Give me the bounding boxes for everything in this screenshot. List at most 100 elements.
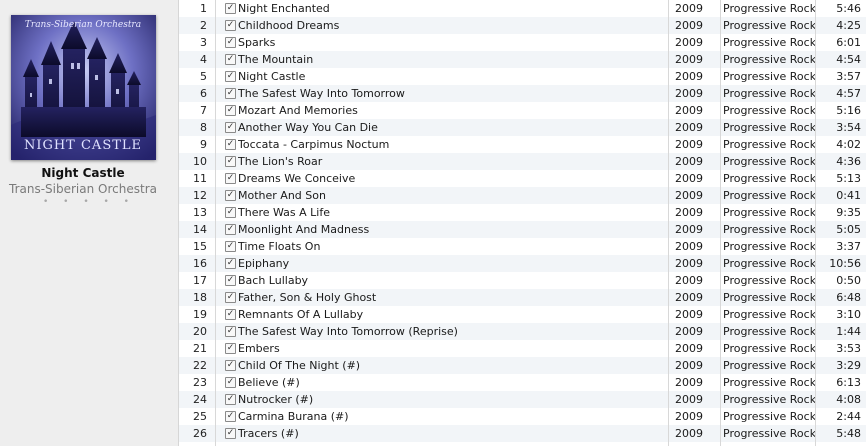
track-checkbox[interactable]: ✓ xyxy=(225,37,236,48)
track-row[interactable]: 18 ✓ Father, Son & Holy Ghost 2009 Progressi… xyxy=(179,289,866,306)
track-row[interactable]: 14 ✓ Moonlight And Madness 2009 Progressive … xyxy=(179,221,866,238)
track-time: 3:29 xyxy=(836,359,861,372)
track-time: 1:44 xyxy=(836,325,861,338)
track-row[interactable]: 9 ✓ Toccata - Carpimus Noctum 2009 Progressi… xyxy=(179,136,866,153)
track-row[interactable]: 15 ✓ Time Floats On 2009 Progressive Rock 3:3… xyxy=(179,238,866,255)
track-checkbox[interactable]: ✓ xyxy=(225,428,236,439)
track-checkbox[interactable]: ✓ xyxy=(225,377,236,388)
track-year: 2009 xyxy=(675,53,703,66)
track-checkbox[interactable]: ✓ xyxy=(225,20,236,31)
track-row[interactable]: 16 ✓ Epiphany 2009 Progressive Rock 10:56 xyxy=(179,255,866,272)
track-title: Epiphany xyxy=(238,257,290,270)
track-checkbox[interactable]: ✓ xyxy=(225,343,236,354)
track-row[interactable]: 1 ✓ Night Enchanted 2009 Progressive Rock 5:4… xyxy=(179,0,866,17)
track-row[interactable]: 21 ✓ Embers 2009 Progressive Rock 3:53 xyxy=(179,340,866,357)
track-checkbox[interactable]: ✓ xyxy=(225,224,236,235)
track-year: 2009 xyxy=(675,393,703,406)
track-number: 18 xyxy=(193,291,207,304)
track-row[interactable]: 7 ✓ Mozart And Memories 2009 Progressive Roc… xyxy=(179,102,866,119)
track-row[interactable]: 11 ✓ Dreams We Conceive 2009 Progressive Roc… xyxy=(179,170,866,187)
track-number: 23 xyxy=(193,376,207,389)
track-row[interactable]: 20 ✓ The Safest Way Into Tomorrow (Reprise… xyxy=(179,323,866,340)
track-checkbox[interactable]: ✓ xyxy=(225,88,236,99)
track-number: 20 xyxy=(193,325,207,338)
track-genre: Progressive Rock xyxy=(723,138,817,151)
track-row[interactable]: 10 ✓ The Lion's Roar 2009 Progressive Rock 4:… xyxy=(179,153,866,170)
track-number: 22 xyxy=(193,359,207,372)
album-artwork[interactable]: Trans-Siberian Orchestra NIGHT CASTLE xyxy=(11,15,156,160)
track-checkbox[interactable]: ✓ xyxy=(225,394,236,405)
track-number: 2 xyxy=(200,19,207,32)
track-genre: Progressive Rock xyxy=(723,155,817,168)
track-number: 1 xyxy=(200,2,207,15)
track-number: 24 xyxy=(193,393,207,406)
track-row[interactable]: 6 ✓ The Safest Way Into Tomorrow 2009 Progre… xyxy=(179,85,866,102)
track-time: 4:57 xyxy=(836,87,861,100)
track-checkbox[interactable]: ✓ xyxy=(225,326,236,337)
track-checkbox[interactable]: ✓ xyxy=(225,3,236,14)
track-row[interactable]: 4 ✓ The Mountain 2009 Progressive Rock 4:54 xyxy=(179,51,866,68)
track-checkbox[interactable]: ✓ xyxy=(225,105,236,116)
track-title: Childhood Dreams xyxy=(238,19,340,32)
track-checkbox[interactable]: ✓ xyxy=(225,411,236,422)
track-year: 2009 xyxy=(675,36,703,49)
track-checkbox[interactable]: ✓ xyxy=(225,71,236,82)
album-title: Night Castle xyxy=(41,166,125,180)
track-time: 5:48 xyxy=(836,427,861,440)
track-checkbox[interactable]: ✓ xyxy=(225,275,236,286)
track-time: 6:01 xyxy=(836,36,861,49)
track-time: 10:56 xyxy=(829,257,861,270)
track-row[interactable]: 2 ✓ Childhood Dreams 2009 Progressive Rock 4:… xyxy=(179,17,866,34)
track-checkbox[interactable]: ✓ xyxy=(225,173,236,184)
track-row[interactable]: 5 ✓ Night Castle 2009 Progressive Rock 3:57 xyxy=(179,68,866,85)
track-number: 11 xyxy=(193,172,207,185)
track-genre: Progressive Rock xyxy=(723,427,817,440)
track-checkbox[interactable]: ✓ xyxy=(225,190,236,201)
track-genre: Progressive Rock xyxy=(723,308,817,321)
album-artist[interactable]: Trans-Siberian Orchestra xyxy=(0,182,166,196)
track-row[interactable]: 19 ✓ Remnants Of A Lullaby 2009 Progressive … xyxy=(179,306,866,323)
track-title: Mother And Son xyxy=(238,189,326,202)
track-checkbox[interactable]: ✓ xyxy=(225,54,236,65)
track-genre: Progressive Rock xyxy=(723,104,817,117)
track-checkbox[interactable]: ✓ xyxy=(225,360,236,371)
track-year: 2009 xyxy=(675,325,703,338)
track-title: There Was A Life xyxy=(238,206,330,219)
album-rating[interactable]: • • • • • xyxy=(0,197,172,207)
track-row[interactable]: 22 ✓ Child Of The Night (#) 2009 Progressive… xyxy=(179,357,866,374)
track-row[interactable]: 26 ✓ Tracers (#) 2009 Progressive Rock 5:48 xyxy=(179,425,866,442)
track-row[interactable]: 3 ✓ Sparks 2009 Progressive Rock 6:01 xyxy=(179,34,866,51)
track-year: 2009 xyxy=(675,410,703,423)
track-checkbox[interactable]: ✓ xyxy=(225,122,236,133)
track-checkbox[interactable]: ✓ xyxy=(225,241,236,252)
track-row[interactable]: 25 ✓ Carmina Burana (#) 2009 Progressive Roc… xyxy=(179,408,866,425)
track-year: 2009 xyxy=(675,189,703,202)
track-genre: Progressive Rock xyxy=(723,393,817,406)
track-checkbox[interactable]: ✓ xyxy=(225,156,236,167)
track-row[interactable]: 8 ✓ Another Way You Can Die 2009 Progressive… xyxy=(179,119,866,136)
track-year: 2009 xyxy=(675,70,703,83)
track-row[interactable]: 17 ✓ Bach Lullaby 2009 Progressive Rock 0:50 xyxy=(179,272,866,289)
track-year: 2009 xyxy=(675,87,703,100)
track-time: 5:13 xyxy=(836,172,861,185)
track-title: The Safest Way Into Tomorrow xyxy=(238,87,405,100)
track-time: 4:08 xyxy=(836,393,861,406)
track-number: 15 xyxy=(193,240,207,253)
track-title: Father, Son & Holy Ghost xyxy=(238,291,377,304)
track-checkbox[interactable]: ✓ xyxy=(225,258,236,269)
track-row[interactable]: 23 ✓ Believe (#) 2009 Progressive Rock 6:13 xyxy=(179,374,866,391)
track-title: Tracers (#) xyxy=(238,427,299,440)
track-checkbox[interactable]: ✓ xyxy=(225,309,236,320)
track-time: 6:48 xyxy=(836,291,861,304)
track-row[interactable]: 12 ✓ Mother And Son 2009 Progressive Rock 0:4… xyxy=(179,187,866,204)
track-genre: Progressive Rock xyxy=(723,189,817,202)
track-checkbox[interactable]: ✓ xyxy=(225,292,236,303)
track-genre: Progressive Rock xyxy=(723,2,817,15)
track-genre: Progressive Rock xyxy=(723,19,817,32)
track-checkbox[interactable]: ✓ xyxy=(225,207,236,218)
track-title: Remnants Of A Lullaby xyxy=(238,308,364,321)
track-row[interactable]: 13 ✓ There Was A Life 2009 Progressive Rock 9… xyxy=(179,204,866,221)
track-checkbox[interactable]: ✓ xyxy=(225,139,236,150)
track-row[interactable]: 24 ✓ Nutrocker (#) 2009 Progressive Rock 4:08 xyxy=(179,391,866,408)
track-title: Night Castle xyxy=(238,70,306,83)
